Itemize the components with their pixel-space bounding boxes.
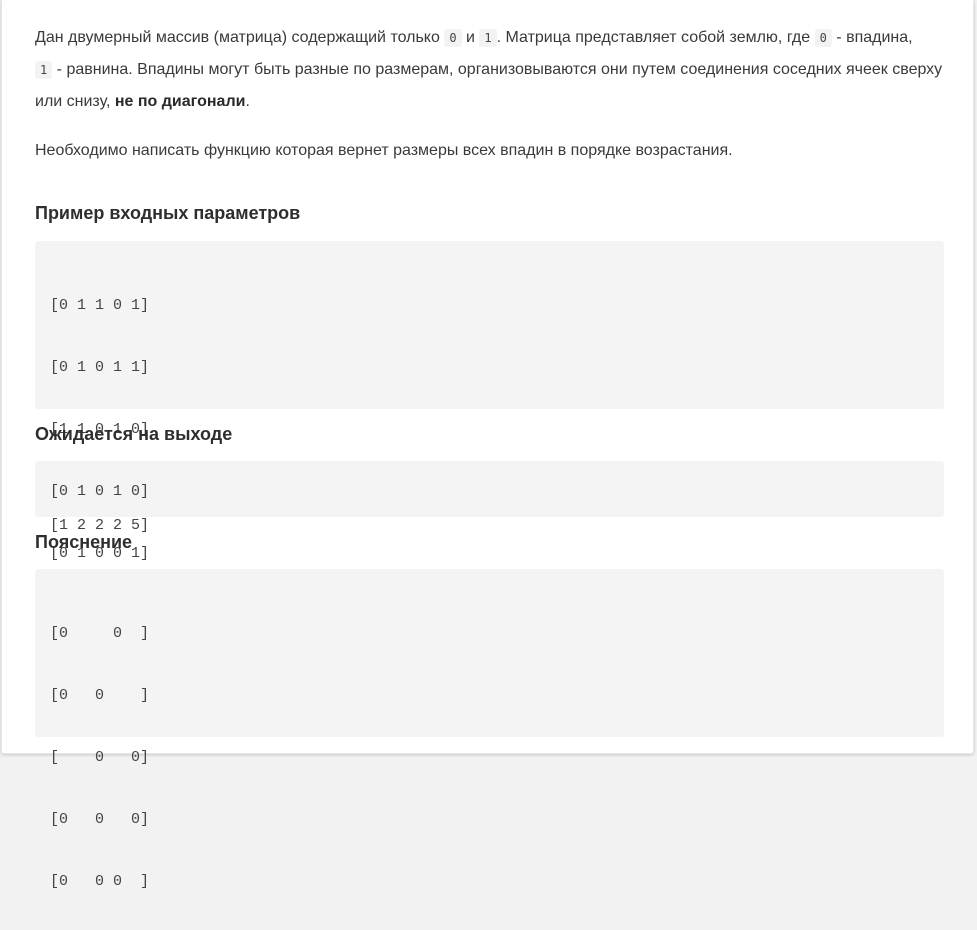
explanation-heading: Пояснение — [35, 532, 133, 552]
explanation-code-block: [0 0 ] [0 0 ] [ 0 0] [0 0 0] [0 0 0 ] — [35, 569, 944, 890]
input-code-block: [0 1 1 0 1] [0 1 0 1 1] [1 1 0 1 0] [0 1… — [35, 241, 944, 562]
code-line: [0 1 0 1 1] — [50, 359, 150, 376]
code-line: [0 0 0] — [50, 811, 150, 828]
code-line: [0 0 ] — [50, 625, 150, 642]
inline-code-zero: 0 — [814, 29, 832, 47]
inline-code-one: 1 — [35, 61, 53, 79]
problem-card: Дан двумерный массив (матрица) содержащи… — [1, 0, 974, 890]
code-line: [ 0 0] — [50, 749, 150, 766]
description-text: . — [245, 93, 250, 110]
description-text: - впадина, — [831, 29, 913, 46]
description-text: Дан двумерный массив (матрица) содержащи… — [35, 29, 445, 46]
code-line: [0 1 1 0 1] — [50, 297, 150, 314]
bold-emphasis: не по диагонали — [114, 93, 246, 110]
task-statement: Необходимо написать функцию которая верн… — [35, 142, 733, 159]
code-line: [0 0 ] — [50, 687, 150, 704]
problem-description: Дан двумерный массив (матрица) содержащи… — [35, 22, 944, 118]
inline-code-one: 1 — [479, 29, 497, 47]
problem-content: Дан двумерный массив (матрица) содержащи… — [35, 22, 944, 890]
output-code-block: [1 2 2 2 5] — [35, 461, 944, 534]
code-line: [0 0 0 ] — [50, 873, 150, 890]
inline-code-zero: 0 — [444, 29, 462, 47]
output-heading: Ожидается на выходе — [35, 424, 233, 444]
example-heading: Пример входных параметров — [35, 203, 301, 223]
description-text: и — [461, 29, 480, 46]
description-text: . Матрица представляет собой землю, где — [496, 29, 815, 46]
